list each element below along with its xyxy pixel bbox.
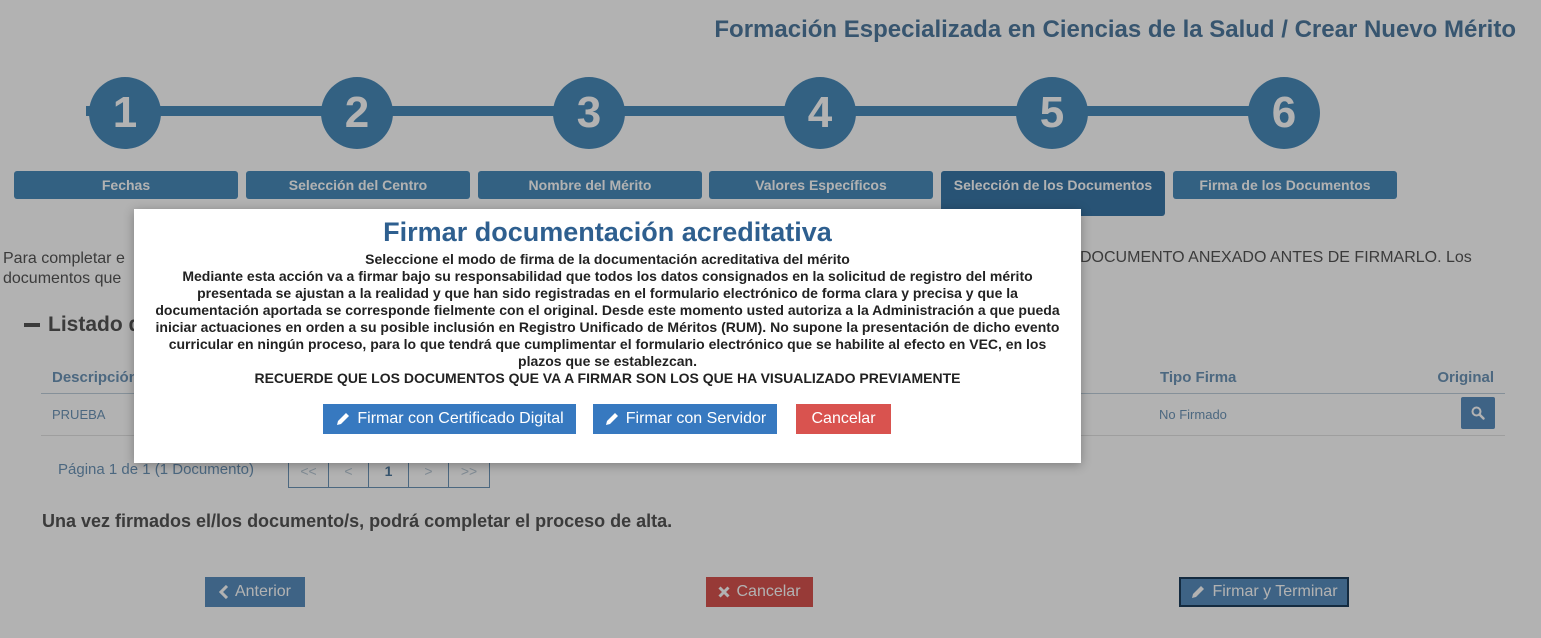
modal-cancel-label: Cancelar [811, 410, 876, 427]
sign-documents-modal: Firmar documentación acreditativa Selecc… [134, 209, 1081, 463]
sign-with-certificate-label: Firmar con Certificado Digital [357, 410, 564, 427]
modal-body-text: Mediante esta acción va a firmar bajo su… [155, 268, 1060, 369]
sign-with-server-label: Firmar con Servidor [625, 410, 767, 427]
sign-with-server-button[interactable]: Firmar con Servidor [593, 404, 777, 434]
modal-title: Firmar documentación acreditativa [383, 217, 832, 247]
modal-subtitle: Seleccione el modo de firma de la docume… [365, 251, 850, 267]
sign-with-certificate-button[interactable]: Firmar con Certificado Digital [323, 404, 576, 434]
pencil-icon [337, 413, 350, 425]
pencil-icon [605, 413, 618, 425]
modal-cancel-button[interactable]: Cancelar [796, 404, 891, 434]
modal-warning: RECUERDE QUE LOS DOCUMENTOS QUE VA A FIR… [254, 370, 961, 386]
